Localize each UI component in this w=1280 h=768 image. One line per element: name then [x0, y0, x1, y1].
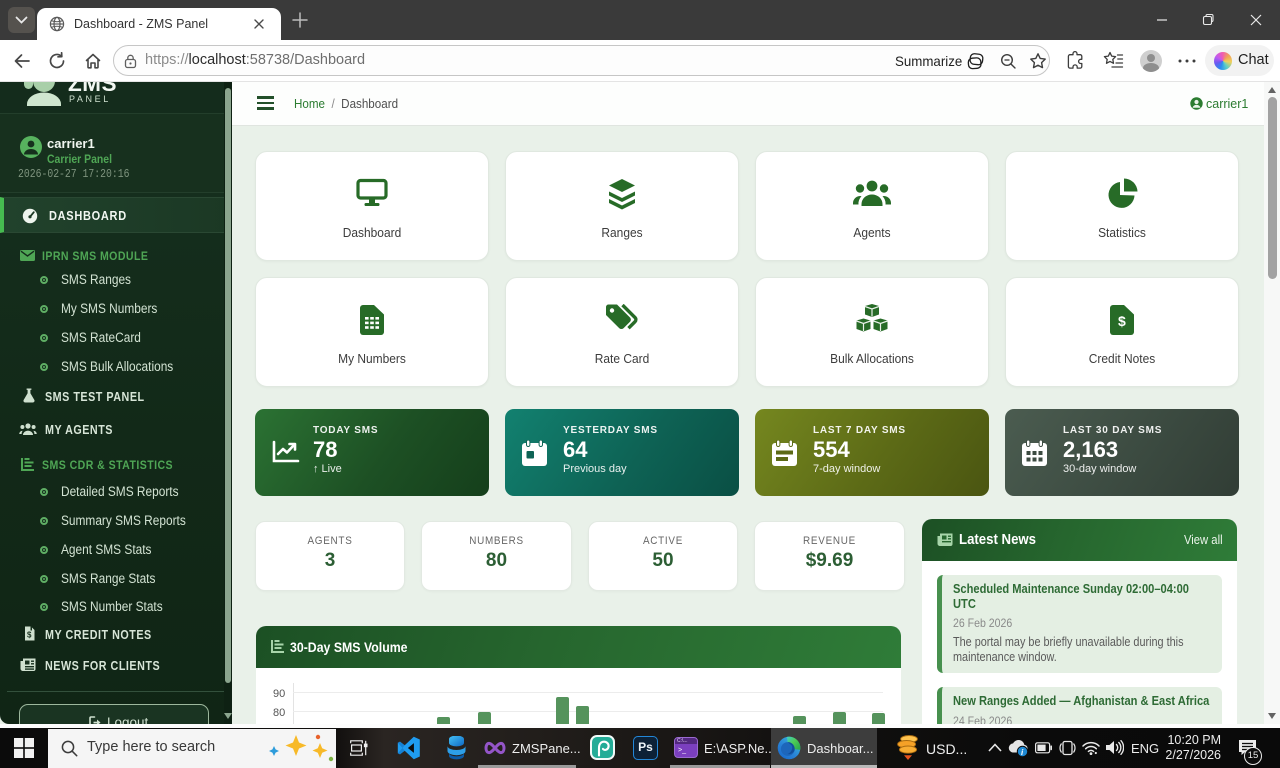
svg-text:$: $ [1118, 313, 1126, 329]
svg-text:$: $ [27, 631, 32, 640]
